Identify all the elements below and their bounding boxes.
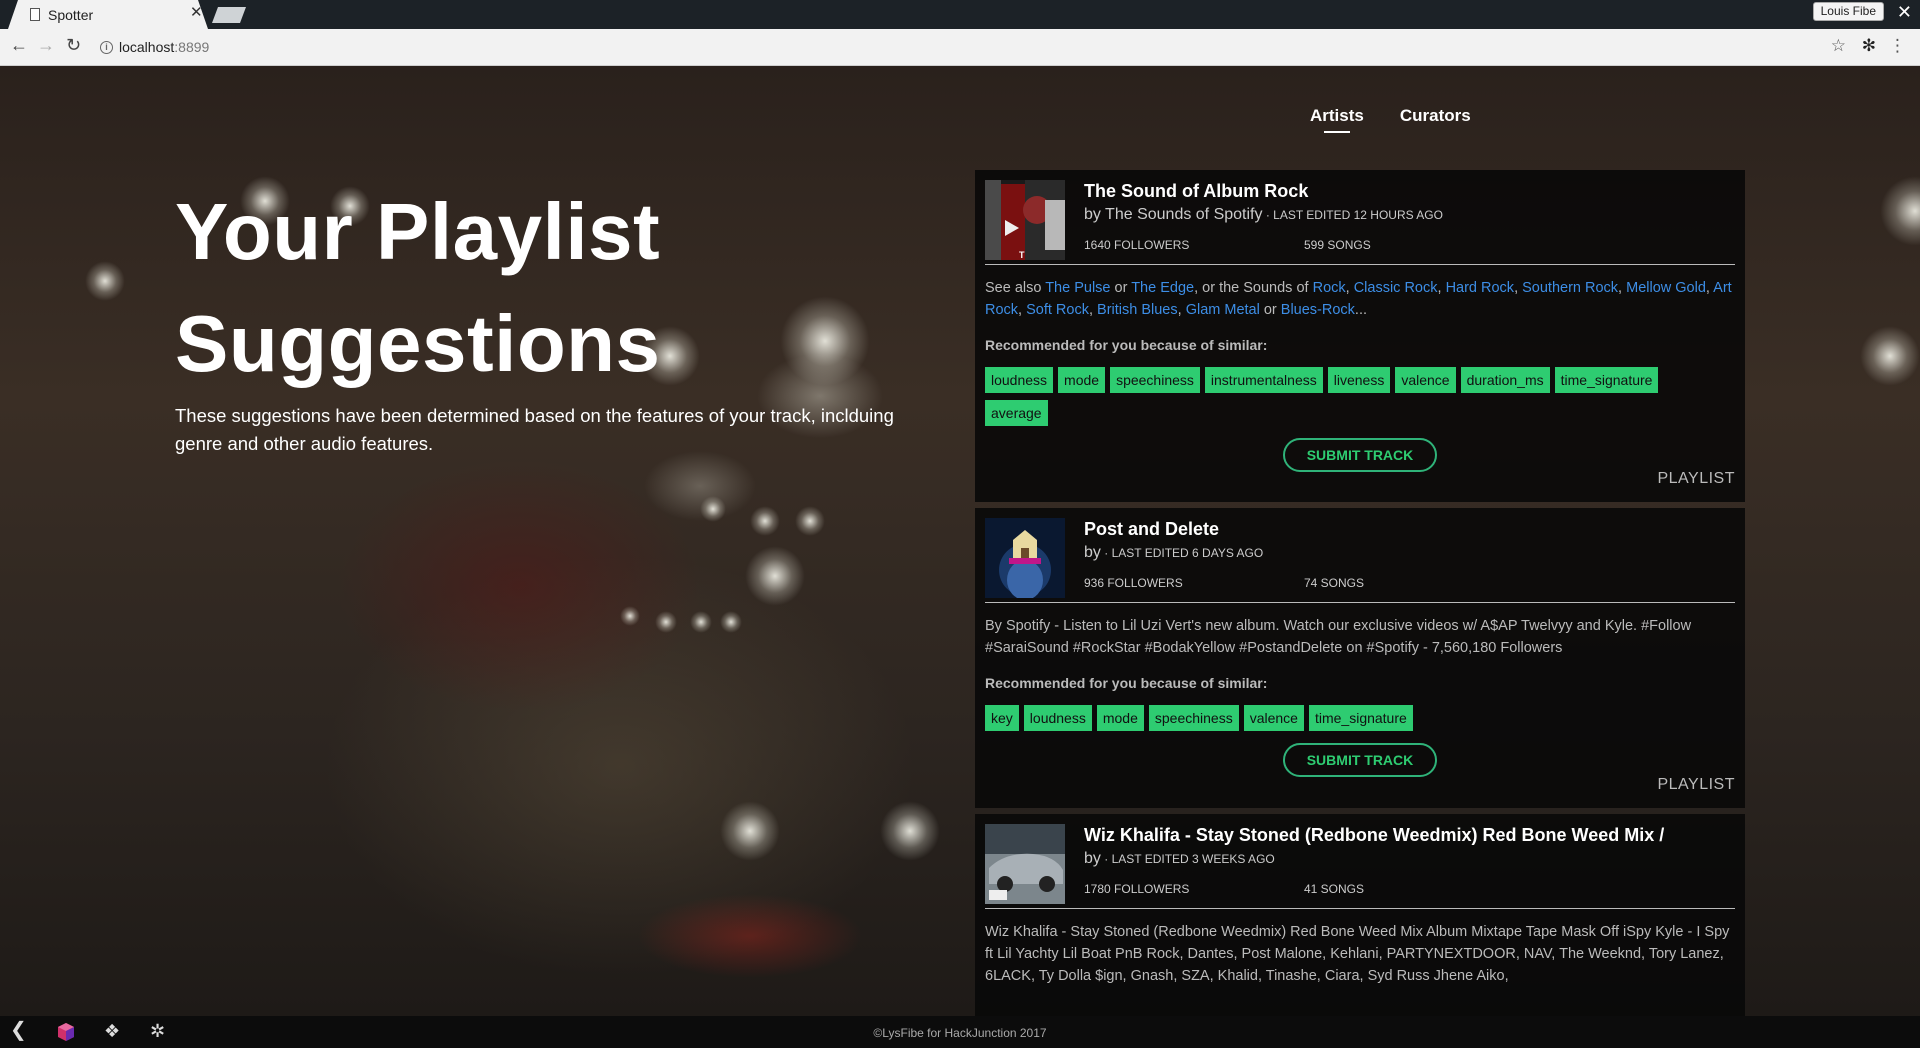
link-mellow-gold[interactable]: Mellow Gold — [1626, 280, 1706, 296]
svg-text:T: T — [1019, 250, 1025, 260]
divider — [985, 264, 1735, 265]
playlist-description: By Spotify - Listen to Lil Uzi Vert's ne… — [985, 618, 1692, 656]
link-blues-rock[interactable]: Blues-Rock — [1281, 302, 1355, 318]
feature-tag: mode — [1058, 367, 1106, 393]
feature-tag: instrumentalness — [1204, 367, 1323, 393]
songs-count: 74 SONGS — [1304, 576, 1365, 590]
recommended-label: Recommended for you because of similar: — [985, 675, 1268, 691]
link-british-blues[interactable]: British Blues — [1097, 302, 1178, 318]
nav-item-artists[interactable]: Artists — [1310, 106, 1364, 133]
bookmark-star-icon[interactable]: ☆ — [1831, 37, 1846, 54]
playlist-cover-image[interactable]: T — [985, 180, 1065, 260]
feature-tag: key — [985, 705, 1019, 731]
feature-tag: valence — [1395, 367, 1456, 393]
playlist-owner: by · LAST EDITED 6 DAYS AGO — [1084, 544, 1264, 561]
playlist-card: Post and Delete by · LAST EDITED 6 DAYS … — [975, 508, 1745, 808]
feature-tag: average — [985, 400, 1048, 426]
link-classic-rock[interactable]: Classic Rock — [1354, 280, 1438, 296]
forward-icon[interactable]: → — [37, 36, 55, 54]
playlist-cover-image[interactable] — [985, 518, 1065, 598]
playlist-description: See also The Pulse or The Edge, or the S… — [985, 280, 1732, 318]
playlist-card: T The Sound of Album Rock by The Sounds … — [975, 170, 1745, 502]
page-content: Artists Curators Your Playlist Suggestion… — [0, 66, 1920, 1016]
url-field[interactable]: localhost:8899 — [119, 39, 209, 55]
link-the-edge[interactable]: The Edge — [1131, 280, 1194, 296]
submit-track-button[interactable]: SUBMIT TRACK — [1283, 438, 1437, 472]
feature-tag: time_signature — [1554, 367, 1659, 393]
feature-tag: loudness — [985, 367, 1054, 393]
feature-tag: speechiness — [1110, 367, 1200, 393]
followers-count: 1640 FOLLOWERS — [1084, 238, 1190, 252]
link-southern-rock[interactable]: Southern Rock — [1522, 280, 1618, 296]
recommended-label: Recommended for you because of similar: — [985, 337, 1268, 353]
site-info-icon[interactable]: i — [100, 41, 113, 54]
menu-icon[interactable]: ⋮ — [1889, 37, 1906, 54]
playlist-owner: by The Sounds of Spotify · LAST EDITED 1… — [1084, 206, 1443, 223]
playlist-title[interactable]: Post and Delete — [1084, 519, 1219, 540]
browser-tabstrip: Spotter ✕ Louis Fibe ✕ — [0, 0, 1920, 29]
playlist-owner: by · LAST EDITED 3 WEEKS AGO — [1084, 850, 1275, 867]
back-icon[interactable]: ← — [10, 36, 28, 54]
nav-item-curators[interactable]: Curators — [1400, 106, 1471, 126]
divider — [985, 908, 1735, 909]
playlist-cover-image[interactable] — [985, 824, 1065, 904]
playlist-title[interactable]: Wiz Khalifa - Stay Stoned (Redbone Weedm… — [1084, 825, 1664, 846]
playlist-type-label: PLAYLIST — [1657, 776, 1735, 793]
feature-tags: key loudness mode speechiness valence ti… — [985, 705, 1725, 731]
link-hard-rock[interactable]: Hard Rock — [1446, 280, 1515, 296]
playlist-description: Wiz Khalifa - Stay Stoned (Redbone Weedm… — [985, 924, 1730, 984]
feature-tag: loudness — [1023, 705, 1092, 731]
feature-tag: mode — [1096, 705, 1144, 731]
submit-track-button[interactable]: SUBMIT TRACK — [1283, 743, 1437, 777]
page-description: These suggestions have been determined b… — [175, 405, 894, 454]
feature-tag: duration_ms — [1460, 367, 1550, 393]
songs-count: 41 SONGS — [1304, 882, 1365, 896]
playlist-type-label: PLAYLIST — [1657, 470, 1735, 487]
address-bar: ← → ↻ i localhost:8899 ☆ ✻ ⋮ — [0, 29, 1920, 66]
close-tab-icon[interactable]: ✕ — [190, 5, 203, 20]
feature-tags: loudness mode speechiness instrumentalne… — [985, 367, 1725, 426]
songs-count: 599 SONGS — [1304, 238, 1371, 252]
reload-icon[interactable]: ↻ — [66, 36, 81, 54]
followers-count: 1780 FOLLOWERS — [1084, 882, 1190, 896]
feature-tag: speechiness — [1148, 705, 1239, 731]
page-icon — [30, 8, 40, 21]
link-soft-rock[interactable]: Soft Rock — [1026, 302, 1089, 318]
close-window-icon[interactable]: ✕ — [1897, 3, 1912, 21]
footer-bar: ❮ ❖ ✲ ©LysFibe for HackJunction 2017 — [0, 1016, 1920, 1048]
footer-copyright: ©LysFibe for HackJunction 2017 — [873, 1026, 1047, 1040]
feature-tag: liveness — [1327, 367, 1391, 393]
main-nav: Artists Curators — [1310, 106, 1471, 133]
feature-tag: valence — [1243, 705, 1304, 731]
divider — [985, 602, 1735, 603]
link-the-pulse[interactable]: The Pulse — [1045, 280, 1110, 296]
profile-button[interactable]: Louis Fibe — [1812, 2, 1884, 21]
browser-tab-spotter[interactable]: Spotter ✕ — [8, 0, 208, 29]
link-glam-metal[interactable]: Glam Metal — [1186, 302, 1260, 318]
tab-title: Spotter — [48, 7, 94, 23]
extension-icon[interactable]: ✻ — [1862, 37, 1876, 54]
playlist-card: Wiz Khalifa - Stay Stoned (Redbone Weedm… — [975, 814, 1745, 1016]
feature-tag: time_signature — [1308, 705, 1413, 731]
playlist-title[interactable]: The Sound of Album Rock — [1084, 181, 1308, 202]
new-tab-button[interactable] — [212, 7, 246, 23]
followers-count: 936 FOLLOWERS — [1084, 576, 1183, 590]
page-title: Your Playlist Suggestions — [175, 187, 661, 388]
link-rock[interactable]: Rock — [1313, 280, 1346, 296]
